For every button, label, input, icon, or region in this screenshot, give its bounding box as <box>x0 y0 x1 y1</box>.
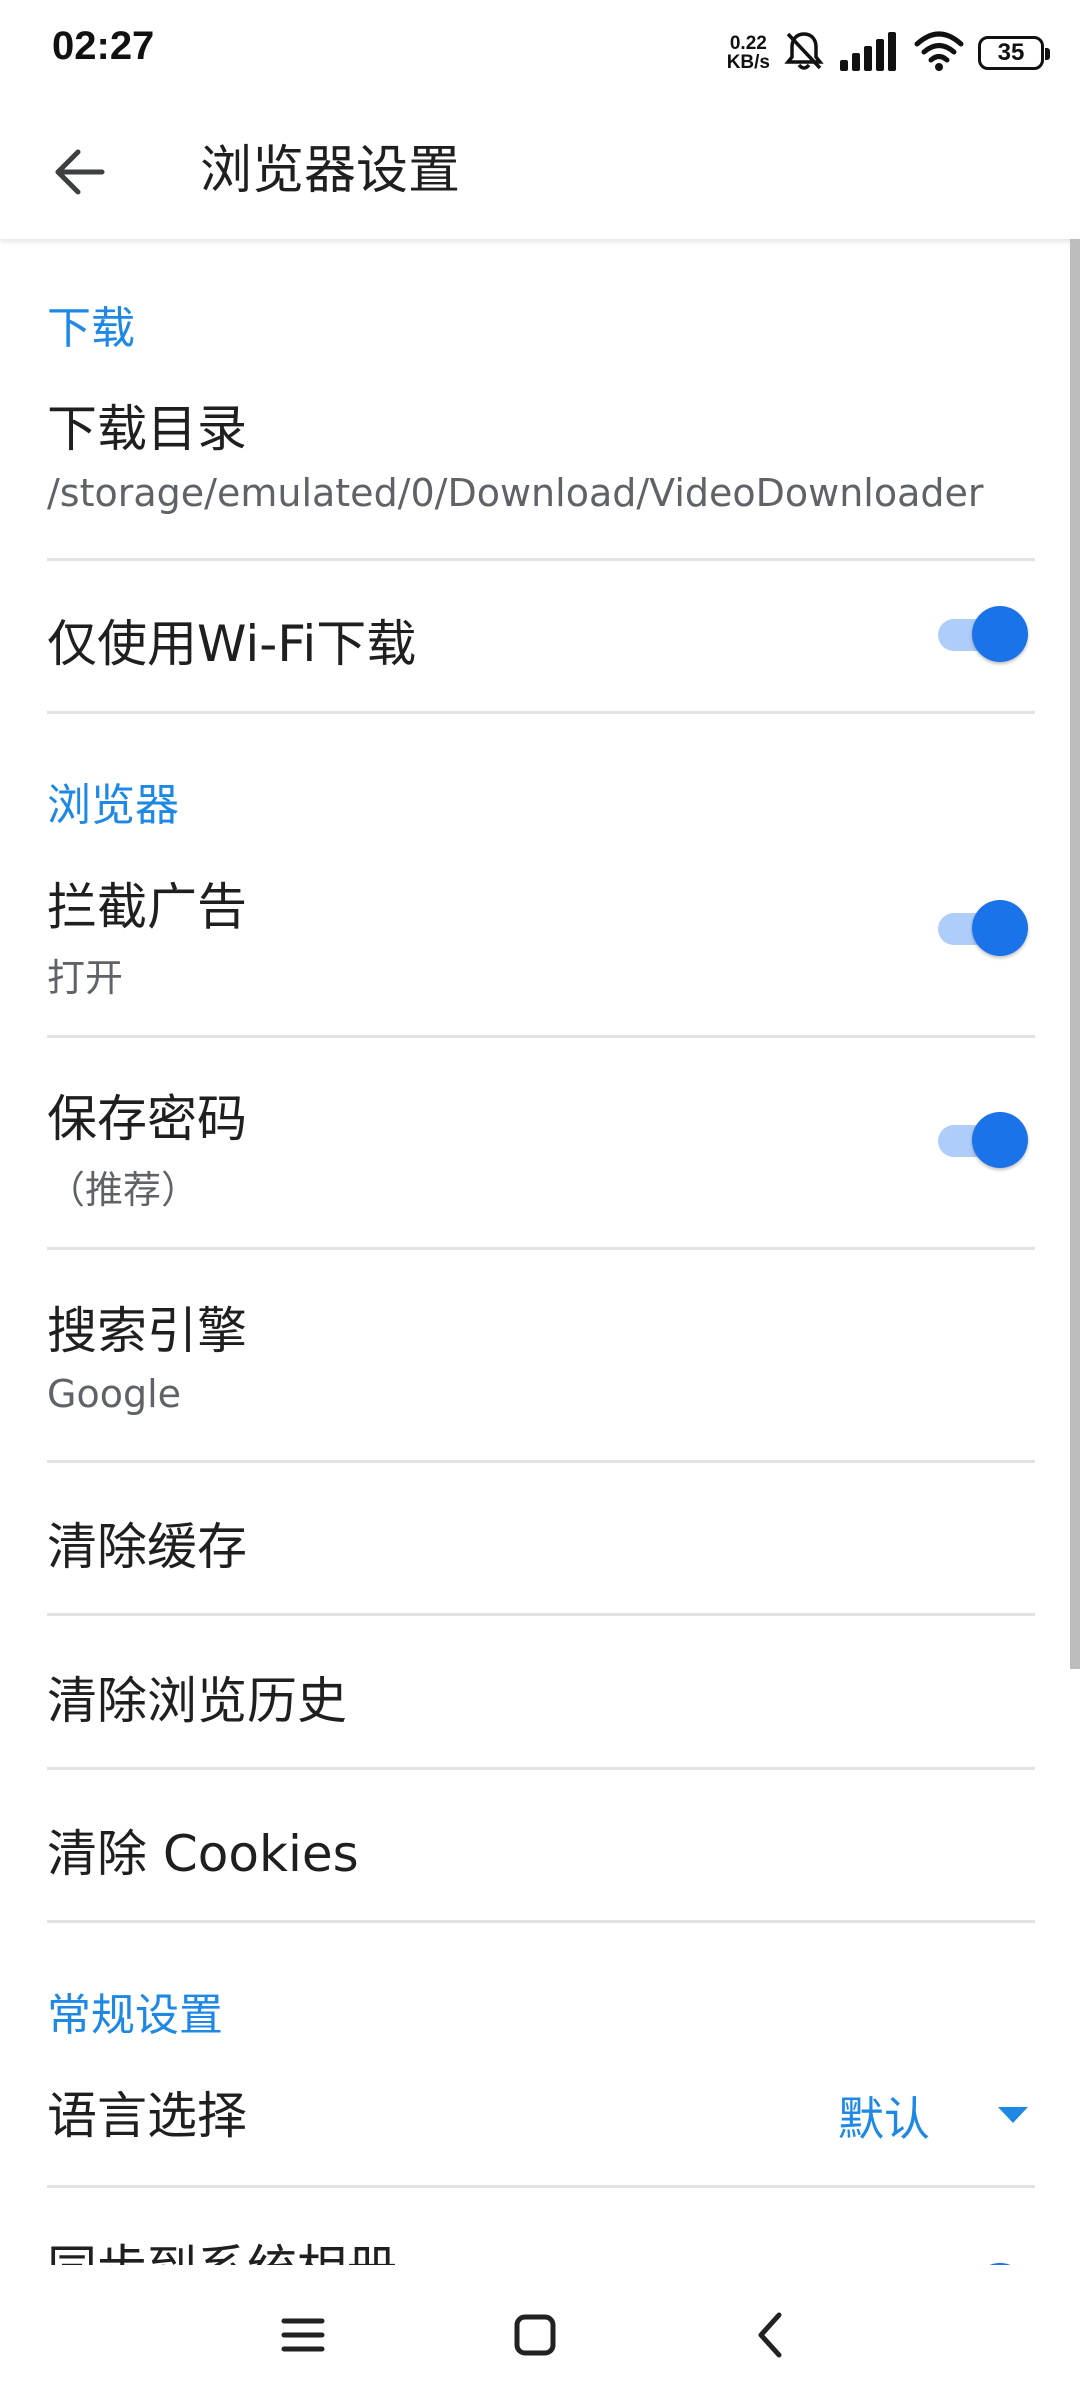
status-bar: 02:27 0.22 KB/s 35 <box>0 0 1080 105</box>
net-speed-value: 0.22 <box>729 33 767 54</box>
clear-history-title: 清除浏览历史 <box>47 1672 347 1730</box>
save-password-sub: （推荐） <box>47 1168 200 1212</box>
wifi-only-toggle[interactable] <box>938 606 1028 662</box>
divider <box>47 1767 1035 1770</box>
sync-album-title: 同步到系统相册 <box>47 2229 397 2265</box>
save-password-title: 保存密码 <box>47 1090 247 1148</box>
scrollbar[interactable] <box>1070 239 1080 1669</box>
clear-cookies-title: 清除 Cookies <box>47 1825 359 1883</box>
language-value[interactable]: 默认 <box>838 2083 930 2149</box>
net-speed-unit: KB/s <box>726 52 770 73</box>
wifi-icon <box>914 30 964 76</box>
navigation-bar <box>0 2265 1080 2400</box>
page-title: 浏览器设置 <box>200 141 461 201</box>
adblock-title: 拦截广告 <box>47 878 247 936</box>
download-dir-title: 下载目录 <box>47 400 247 458</box>
home-button[interactable] <box>495 2295 575 2375</box>
section-header-download: 下载 <box>47 303 135 354</box>
battery-icon: 35 <box>978 36 1050 70</box>
caret-down-icon[interactable] <box>998 2107 1028 2123</box>
menu-button[interactable] <box>263 2295 343 2375</box>
download-dir-value: /storage/emulated/0/Download/VideoDownlo… <box>47 471 984 515</box>
wifi-only-title: 仅使用Wi-Fi下载 <box>47 615 417 673</box>
settings-list: 下载 下载目录 /storage/emulated/0/Download/Vid… <box>0 239 1080 2265</box>
bell-off-icon <box>784 30 824 76</box>
toggle-thumb <box>972 606 1028 662</box>
divider <box>47 1613 1035 1616</box>
divider <box>47 1035 1035 1038</box>
menu-icon <box>281 2318 325 2352</box>
adblock-toggle[interactable] <box>938 900 1028 956</box>
status-time: 02:27 <box>52 24 155 68</box>
divider <box>47 1920 1035 1923</box>
system-back-button[interactable] <box>730 2295 810 2375</box>
section-header-general: 常规设置 <box>47 1990 223 2041</box>
home-square-icon <box>514 2314 556 2356</box>
divider <box>47 1247 1035 1250</box>
language-title: 语言选择 <box>47 2087 247 2145</box>
back-chevron-icon <box>758 2312 782 2358</box>
divider <box>47 2185 1035 2188</box>
search-engine-title: 搜索引擎 <box>47 1302 247 1360</box>
section-header-browser: 浏览器 <box>47 780 179 831</box>
net-speed: 0.22 KB/s <box>727 34 770 72</box>
toggle-thumb <box>972 1112 1028 1168</box>
arrow-left-icon <box>55 149 105 195</box>
status-icons: 0.22 KB/s 35 <box>727 28 1050 78</box>
adblock-sub: 打开 <box>47 956 124 1000</box>
save-password-toggle[interactable] <box>938 1112 1028 1168</box>
divider <box>47 1460 1035 1463</box>
screen: 02:27 0.22 KB/s 35 浏览器设置 下载 下载目录 /storag… <box>0 0 1080 2400</box>
signal-icon <box>838 30 900 76</box>
search-engine-value: Google <box>47 1372 182 1416</box>
divider <box>47 711 1035 714</box>
divider <box>47 558 1035 561</box>
app-bar: 浏览器设置 <box>0 105 1080 239</box>
clear-cache-title: 清除缓存 <box>47 1518 247 1576</box>
back-button[interactable] <box>40 132 120 212</box>
toggle-thumb <box>972 900 1028 956</box>
